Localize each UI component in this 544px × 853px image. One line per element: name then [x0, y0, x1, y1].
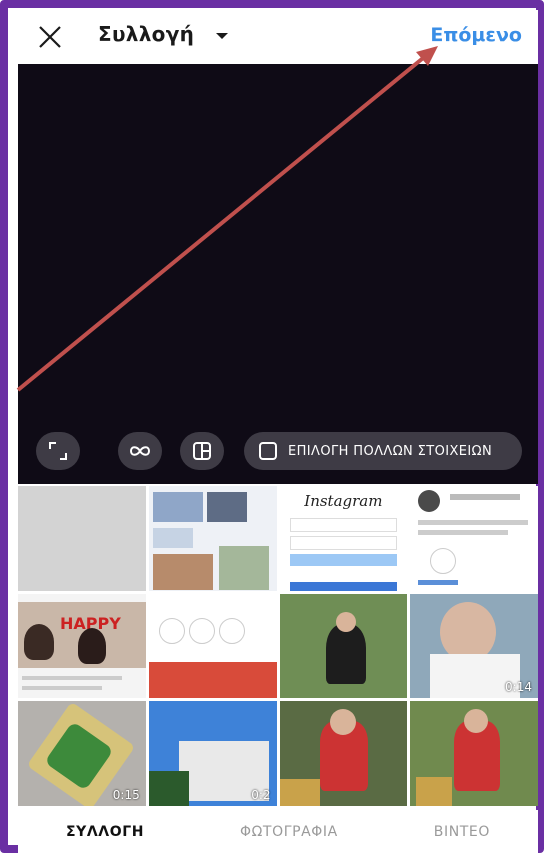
gallery-grid: Instagram HAPPY 0:14 0:15 0:2 [18, 486, 538, 806]
thumbnail[interactable] [148, 593, 277, 699]
album-selector[interactable]: Συλλογή [98, 22, 229, 46]
expand-button[interactable] [36, 432, 80, 470]
thumbnail[interactable] [18, 486, 146, 591]
layout-icon [193, 442, 211, 460]
media-type-tabs: ΣΥΛΛΟΓΗ ΦΩΤΟΓΡΑΦΙΑ ΒΙΝΤΕΟ [18, 810, 538, 853]
multi-select-icon [259, 442, 277, 460]
multi-select-label: ΕΠΙΛΟΓΗ ΠΟΛΛΩΝ ΣΤΟΙΧΕΙΩΝ [288, 443, 493, 459]
close-icon[interactable] [36, 23, 64, 51]
video-thumbnail[interactable]: 0:2 [148, 701, 277, 806]
expand-icon [49, 442, 67, 460]
thumbnail[interactable]: Instagram [279, 486, 408, 591]
boomerang-button[interactable] [118, 432, 162, 470]
thumbnail[interactable] [279, 701, 408, 806]
tab-gallery[interactable]: ΣΥΛΛΟΓΗ [66, 824, 144, 840]
video-thumbnail[interactable]: 0:14 [410, 593, 538, 699]
video-duration: 0:14 [505, 680, 532, 695]
video-duration: 0:2 [251, 787, 271, 802]
next-button[interactable]: Επόμενο [430, 24, 522, 46]
thumbnail[interactable] [279, 593, 408, 699]
tab-photo[interactable]: ΦΩΤΟΓΡΑΦΙΑ [240, 824, 338, 840]
thumbnail[interactable] [148, 486, 277, 591]
infinity-icon [129, 446, 151, 456]
instagram-wordmark: Instagram [304, 492, 383, 510]
tab-video[interactable]: ΒΙΝΤΕΟ [434, 824, 490, 840]
media-preview [18, 64, 538, 484]
video-thumbnail[interactable]: 0:15 [18, 701, 146, 806]
layout-button[interactable] [180, 432, 224, 470]
top-bar: Συλλογή Επόμενο [18, 10, 538, 64]
thumbnail[interactable]: HAPPY [18, 593, 146, 699]
album-title: Συλλογή [98, 22, 195, 46]
chevron-down-icon [216, 33, 229, 39]
video-duration: 0:15 [112, 787, 140, 802]
thumbnail[interactable] [410, 701, 538, 806]
select-multiple-button[interactable]: ΕΠΙΛΟΓΗ ΠΟΛΛΩΝ ΣΤΟΙΧΕΙΩΝ [244, 432, 522, 470]
thumbnail[interactable] [410, 486, 538, 591]
